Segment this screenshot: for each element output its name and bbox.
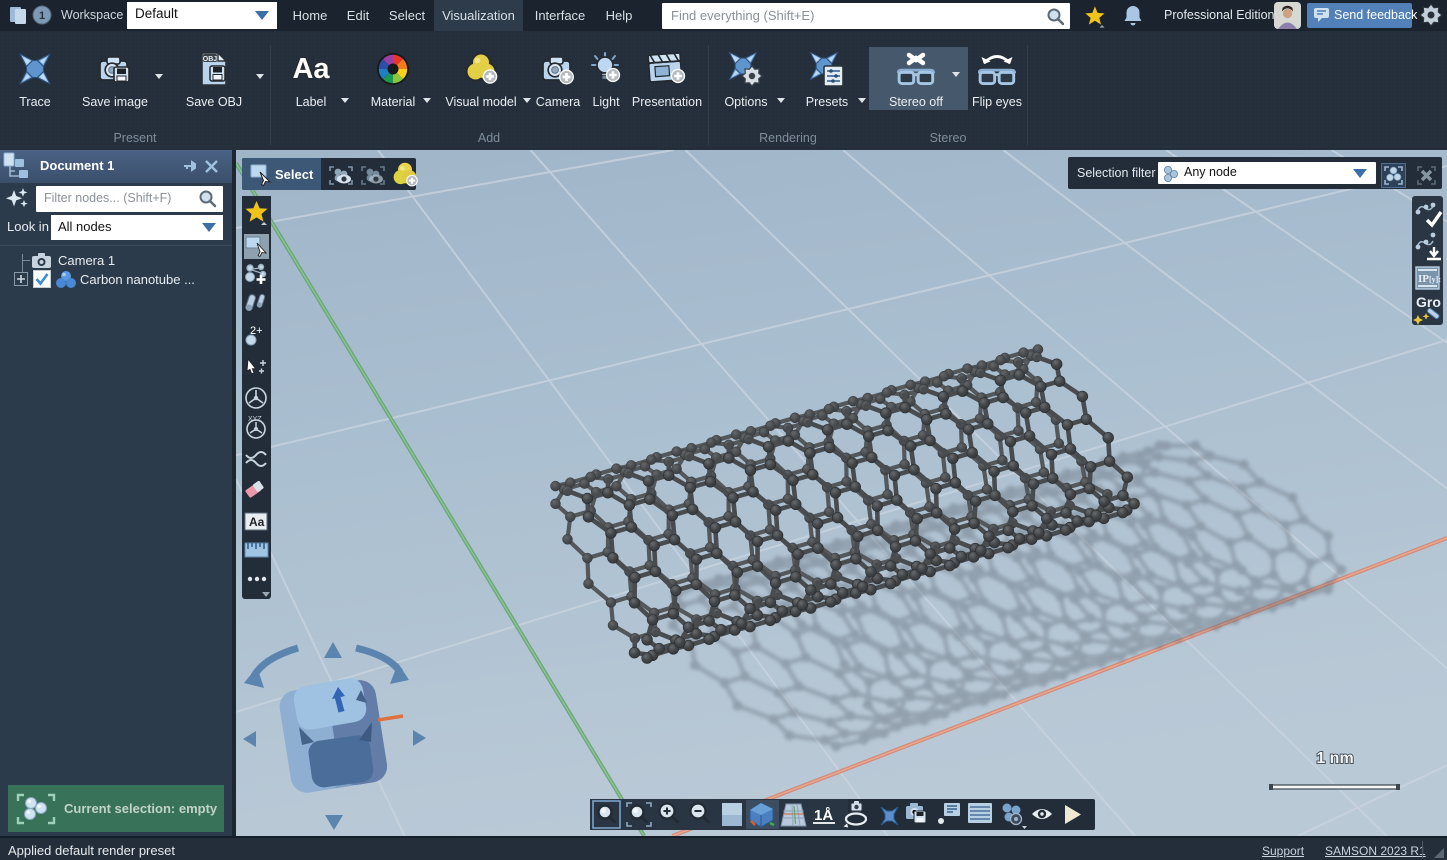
svg-text:Aa: Aa bbox=[249, 515, 265, 529]
svg-text:1: 1 bbox=[39, 10, 45, 22]
svg-text:Aa: Aa bbox=[292, 53, 330, 85]
svg-text:1Å: 1Å bbox=[814, 807, 833, 824]
svg-text:OBJ: OBJ bbox=[203, 56, 218, 63]
svg-text:1 nm: 1 nm bbox=[1316, 750, 1353, 767]
svg-text:IP[y]:: IP[y]: bbox=[1418, 273, 1441, 285]
svg-text:Gro: Gro bbox=[1416, 294, 1441, 310]
